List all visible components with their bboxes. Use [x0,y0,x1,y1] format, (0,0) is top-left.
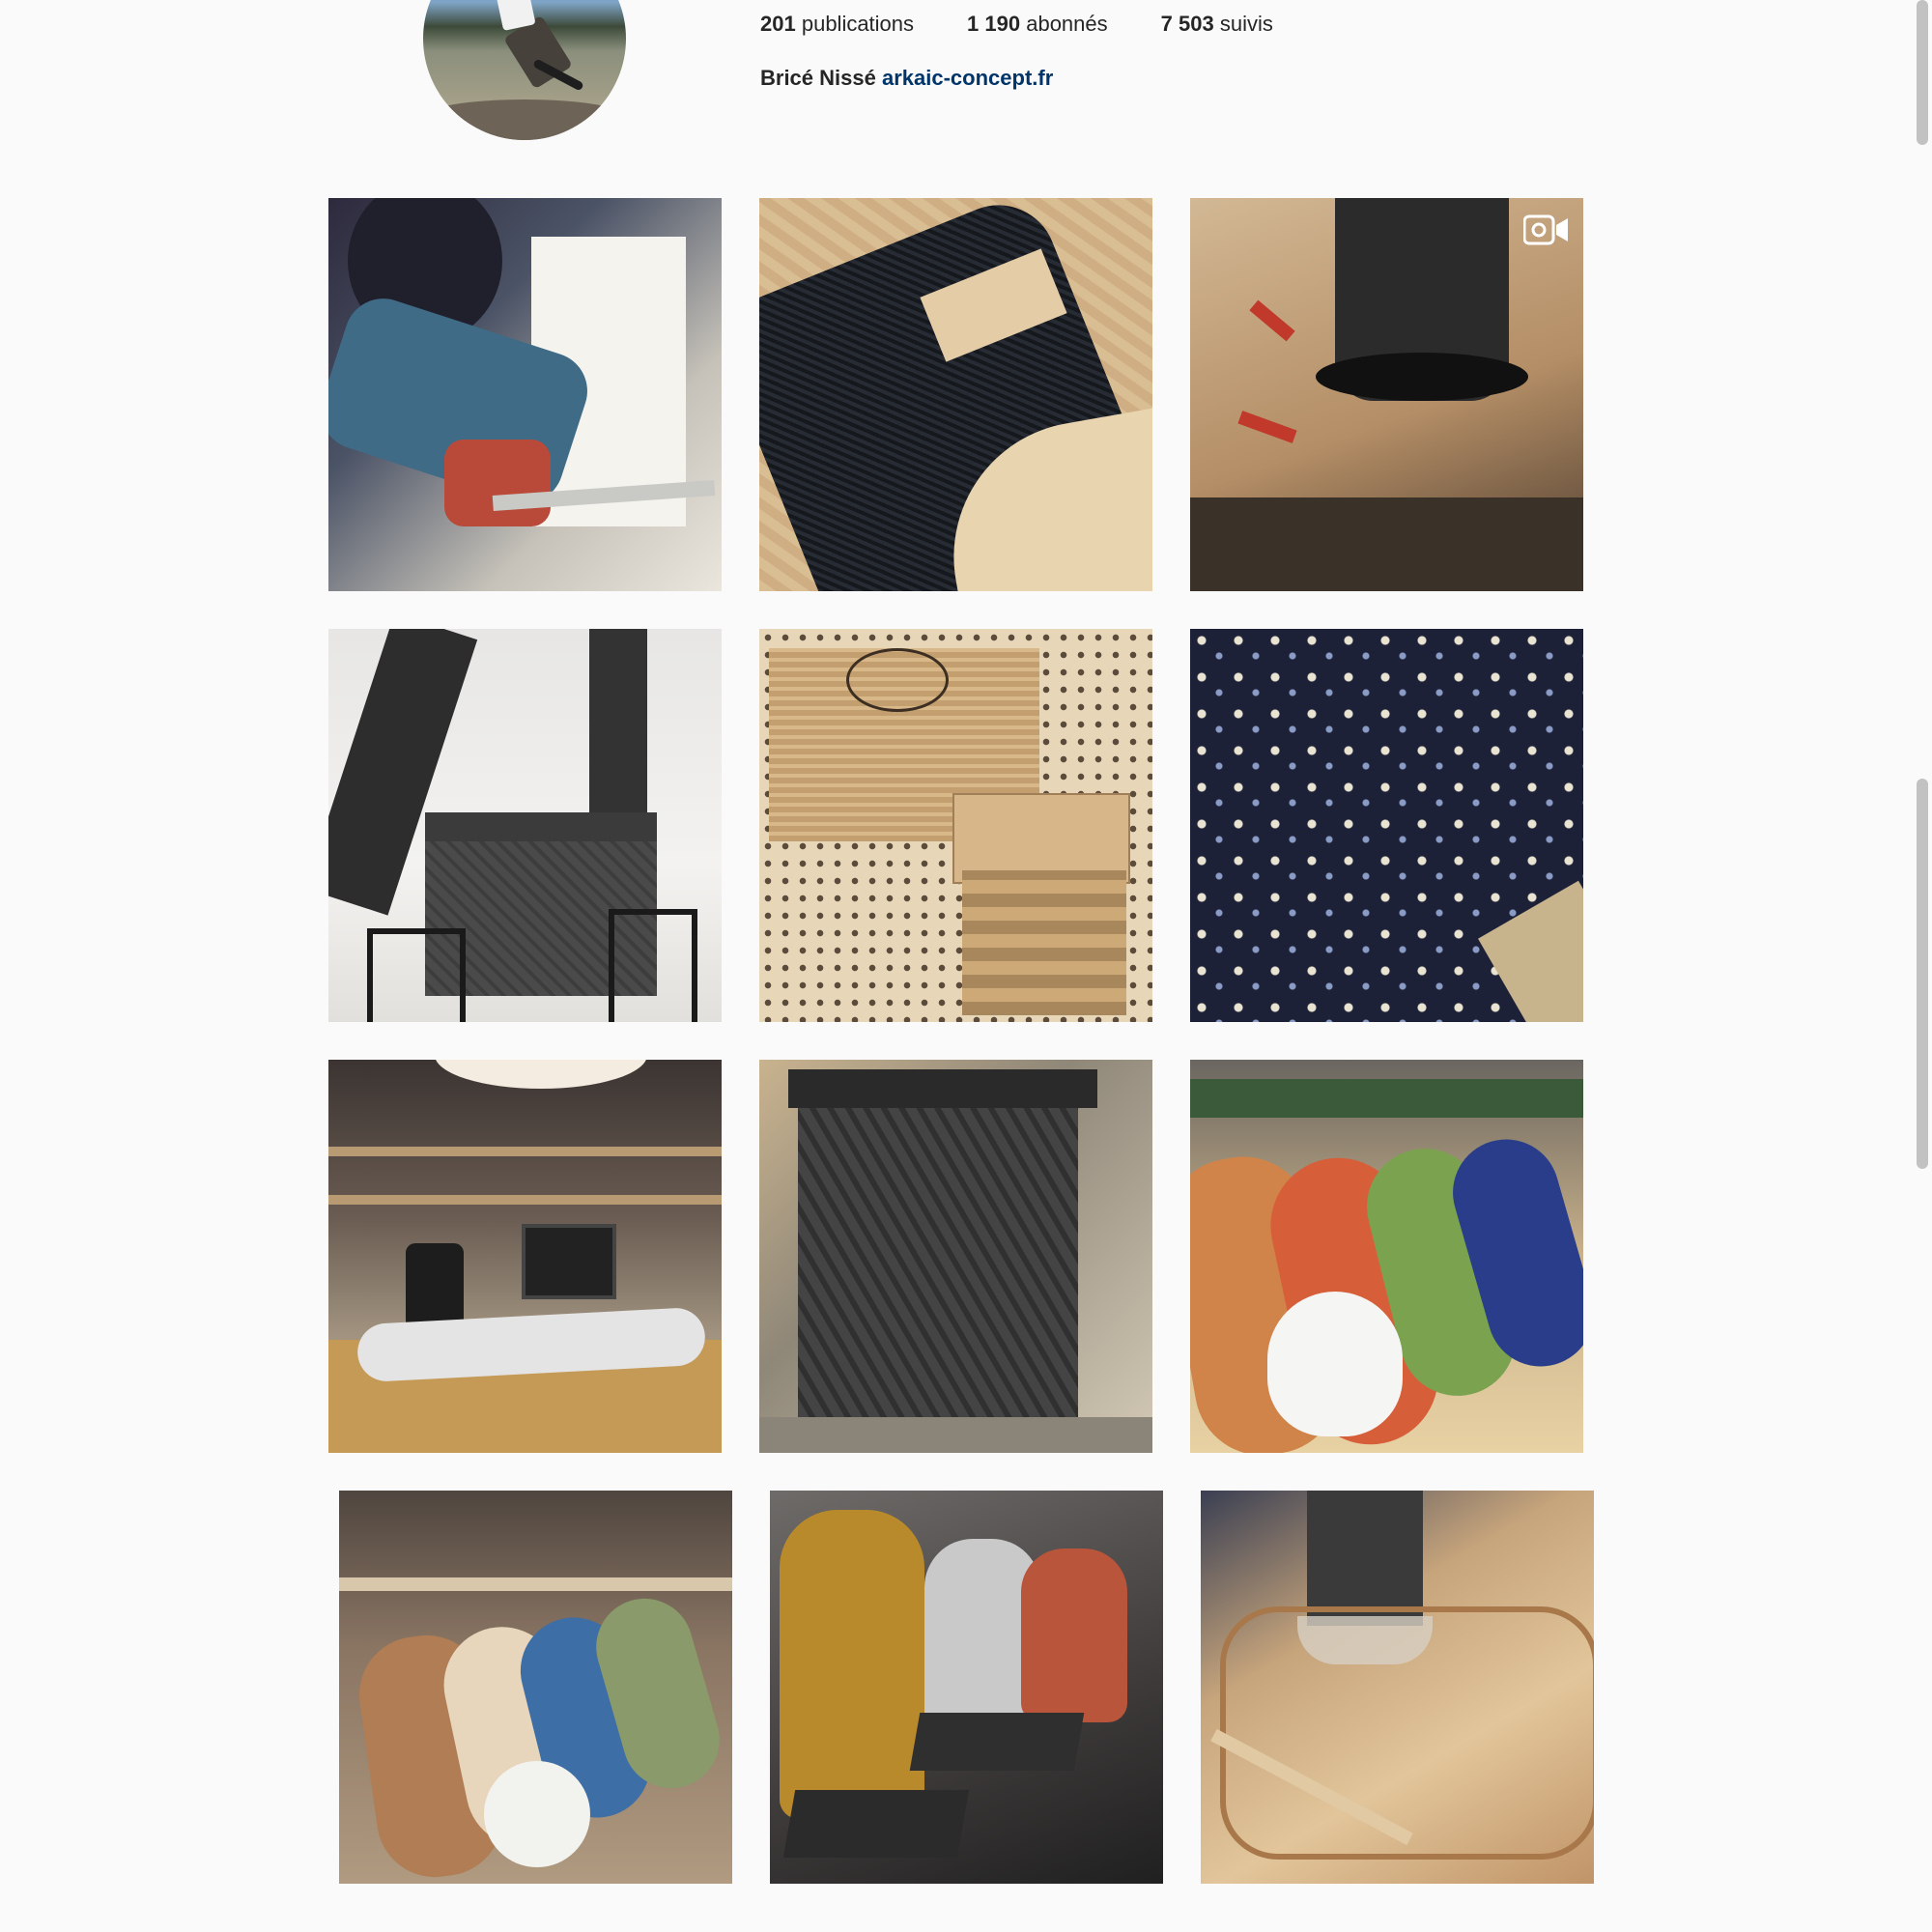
clamp-shape [1249,299,1295,342]
stool-shape [609,909,697,1022]
deck-outline-shape [1220,1606,1594,1860]
clamp-shape [1237,411,1297,443]
trophy-base-shape [909,1713,1085,1771]
floor-shape [759,1417,1152,1453]
avatar-ramp [423,99,626,140]
spindle-shape [1307,1491,1423,1626]
profile-avatar[interactable] [423,0,626,140]
engraved-logo-shape [846,648,949,712]
profile-full-name: Bricé Nissé [760,66,876,90]
profile-stats: 201 publications 1 190 abonnés 7 503 sui… [760,12,1273,37]
posts-stat: 201 publications [760,12,914,37]
counter-top-shape [425,812,657,841]
trophy-base-shape [782,1790,970,1858]
wood-stack-shape [962,870,1126,1015]
post-thumbnail[interactable] [328,629,722,1022]
white-deck-shape [484,1761,590,1867]
post-thumbnail[interactable] [1190,198,1583,591]
chair-shape [406,1243,464,1330]
glove-shape [444,440,551,526]
following-label: suivis [1219,12,1273,36]
post-thumbnail[interactable] [328,198,722,591]
post-thumbnail[interactable] [759,629,1152,1022]
post-thumbnail[interactable] [328,1060,722,1453]
profile-website-link[interactable]: arkaic-concept.fr [882,66,1053,90]
followers-label: abonnés [1026,12,1108,36]
stool-shape [367,928,466,1022]
counter-top-shape [788,1069,1097,1108]
profile-bio: Bricé Nissé arkaic-concept.fr [760,66,1053,91]
posts-count: 201 [760,12,796,36]
scrollbar-thumb-top[interactable] [1917,0,1928,145]
spindle-ring-shape [1316,353,1528,401]
following-stat[interactable]: 7 503 suivis [1161,12,1273,37]
scrollbar-thumb[interactable] [1917,779,1928,1169]
followers-stat[interactable]: 1 190 abonnés [967,12,1108,37]
lamp-shape [435,1060,647,1089]
rack-shape [1190,1079,1583,1118]
monitor-shape [522,1224,616,1299]
counter-shape [798,1108,1078,1417]
following-count: 7 503 [1160,12,1214,36]
post-thumbnail[interactable] [1201,1491,1594,1884]
bed-shape [1190,497,1583,591]
post-thumbnail[interactable] [759,1060,1152,1453]
shelf-shape [328,1195,722,1205]
shelf-shape [339,1577,732,1591]
video-icon [1523,214,1568,245]
white-deck-shape [1267,1292,1403,1436]
posts-label: publications [801,12,915,36]
deck-edge-shape [1478,880,1583,1022]
post-thumbnail[interactable] [339,1491,732,1884]
post-thumbnail[interactable] [770,1491,1163,1884]
gold-lion-shape [780,1510,924,1819]
post-thumbnail[interactable] [759,198,1152,591]
shelf-shape [328,1147,722,1156]
post-thumbnail[interactable] [1190,1060,1583,1453]
followers-count: 1 190 [967,12,1021,36]
copper-lion-shape [1021,1548,1127,1722]
post-thumbnail[interactable] [1190,629,1583,1022]
